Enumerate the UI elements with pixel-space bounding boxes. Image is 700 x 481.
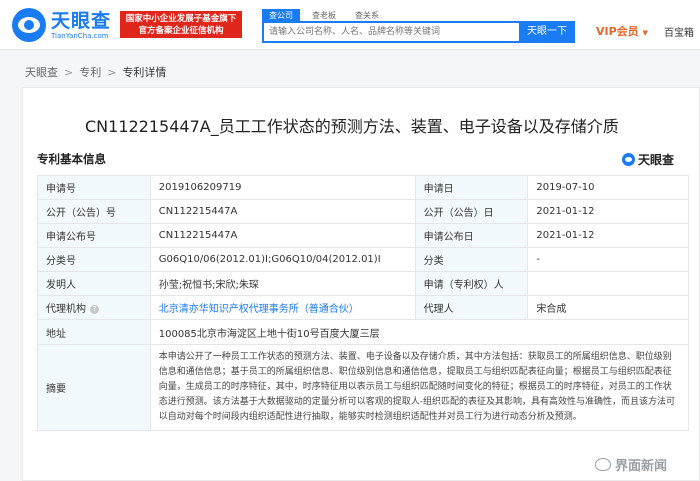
badge-line-1: 国家中小企业发展子基金旗下 [125, 14, 237, 24]
breadcrumb-current: 专利详情 [122, 66, 167, 79]
field-label: 申请（专利权）人 [414, 271, 529, 296]
field-value: CN112215447A [149, 223, 416, 248]
breadcrumb-separator: > [64, 65, 74, 79]
top-header: 天眼查 TianYanCha.com 国家中小企业发展子基金旗下 官方备案企业征… [0, 0, 700, 50]
section-title: 专利基本信息 [37, 152, 106, 166]
field-label: 地址 [37, 319, 151, 345]
vip-member-link[interactable]: VIP会员 ▼ [596, 23, 648, 39]
patent-info-table: 申请号 2019106209719 申请日 2019-07-10 公开（公告）号… [37, 175, 690, 431]
badge-line-2: 官方备案企业征信机构 [138, 26, 224, 36]
field-label: 摘要 [37, 344, 151, 431]
field-label: 申请号 [37, 175, 151, 200]
field-label: 发明人 [37, 271, 151, 296]
logo-domain: TianYanCha.com [51, 31, 109, 40]
chevron-down-icon: ▼ [642, 29, 648, 37]
field-label: 申请日 [414, 175, 529, 200]
info-icon[interactable]: ? [90, 304, 99, 314]
field-label: 代理人 [414, 295, 529, 320]
official-badge[interactable]: 国家中小企业发展子基金旗下 官方备案企业征信机构 [120, 11, 242, 38]
table-row: 申请号 2019106209719 申请日 2019-07-10 [37, 175, 689, 200]
field-label: 申请公布日 [414, 223, 529, 248]
weibo-icon [595, 458, 611, 471]
table-row: 代理机构? 北京清亦华知识产权代理事务所（普通合伙） 代理人 宋合成 [37, 295, 689, 320]
logo-name: 天眼查 [51, 9, 112, 32]
jiemian-watermark: 界面新闻 [595, 455, 667, 474]
table-row: 地址 100085北京市海淀区上地十街10号百度大厦三层 [37, 319, 690, 345]
field-value [527, 271, 689, 296]
watermark-text: 界面新闻 [615, 459, 668, 474]
field-value: 宋合成 [527, 295, 689, 320]
table-row: 公开（公告）号 CN112215447A 公开（公告）日 2021-01-12 [37, 199, 689, 224]
tianyancha-logo[interactable]: 天眼查 TianYanCha.com [12, 8, 111, 42]
inventors-value: 孙莹;祝恒书;宋欣;朱琛 [149, 271, 416, 296]
table-row: 申请公布号 CN112215447A 申请公布日 2021-01-12 [37, 223, 689, 248]
search-button[interactable]: 天眼一下 [519, 21, 575, 43]
field-value: 2019106209719 [149, 175, 416, 200]
field-label: 分类 [414, 247, 529, 272]
field-label: 分类号 [37, 247, 151, 272]
eye-logo-icon [12, 8, 46, 42]
table-row: 发明人 孙莹;祝恒书;宋欣;朱琛 申请（专利权）人 [37, 271, 689, 296]
watermark-text: 天眼查 [638, 153, 675, 167]
breadcrumb-home[interactable]: 天眼查 [25, 64, 58, 80]
page-title: CN112215447A_员工工作状态的预测方法、装置、电子设备以及存储介质 [85, 117, 619, 136]
eye-logo-icon [622, 153, 635, 166]
tianyancha-watermark: 天眼查 [622, 151, 674, 168]
field-value: CN112215447A [149, 199, 416, 224]
breadcrumb-separator: > [107, 65, 117, 79]
field-value: 2019-07-10 [527, 175, 689, 200]
search-input[interactable] [264, 23, 514, 41]
field-label: 公开（公告）号 [37, 199, 151, 224]
table-row: 摘要 本申请公开了一种员工工作状态的预测方法、装置、电子设备以及存储介质，其中方… [37, 344, 690, 431]
agency-link[interactable]: 北京清亦华知识产权代理事务所（普通合伙） [159, 304, 359, 315]
field-label: 公开（公告）日 [414, 199, 529, 224]
field-value: - [527, 247, 689, 272]
abstract-value: 本申请公开了一种员工工作状态的预测方法、装置、电子设备以及存储介质，其中方法包括… [149, 344, 690, 431]
field-value: 北京清亦华知识产权代理事务所（普通合伙） [149, 295, 416, 320]
breadcrumb-patent[interactable]: 专利 [79, 64, 101, 80]
field-value: G06Q10/06(2012.01)I;G06Q10/04(2012.01)I [149, 247, 416, 272]
field-value: 2021-01-12 [527, 199, 689, 224]
table-row: 分类号 G06Q10/06(2012.01)I;G06Q10/04(2012.0… [37, 247, 689, 272]
field-label: 申请公布号 [37, 223, 151, 248]
address-value: 100085北京市海淀区上地十街10号百度大厦三层 [149, 319, 690, 345]
field-label: 代理机构? [37, 295, 151, 320]
vip-label: VIP会员 [596, 25, 639, 38]
search-box [262, 21, 520, 43]
treasure-box-link[interactable]: 百宝箱 [664, 24, 694, 39]
field-value: 2021-01-12 [527, 223, 689, 248]
agency-label: 代理机构 [46, 304, 86, 315]
breadcrumb: 天眼查 > 专利 > 专利详情 [25, 64, 166, 80]
